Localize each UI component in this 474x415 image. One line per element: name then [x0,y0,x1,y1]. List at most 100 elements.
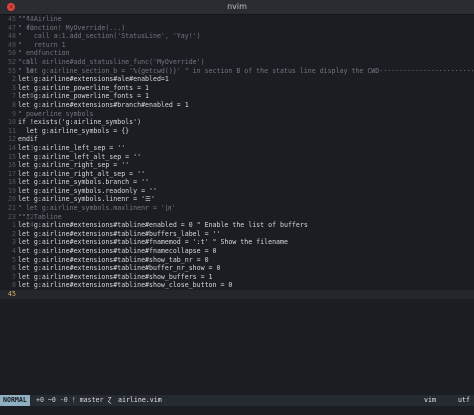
line-content: endif [18,135,38,144]
line-number: 18 [8,178,16,187]
editor-line[interactable]: 50 " endfunction [0,49,474,58]
line-number: 6 [12,264,16,273]
editor-line[interactable]: 2 let g:airline#extensions#tabline#buffer… [0,230,474,239]
line-content: let g:airline#extensions#tabline#show_bu… [18,272,213,281]
editor-line[interactable]: 12 endif [0,135,474,144]
line-content: " call a:1.add_section('StatusLine', 'Ya… [18,32,201,41]
line-number: 11 [8,126,16,135]
line-content: let g:airline_symbols.branch = '' [18,178,150,187]
editor-line[interactable]: 3 let g:airline_powerline_fonts = 1 [0,84,474,93]
editor-line[interactable]: 49 " return 1 [0,41,474,50]
editor-line[interactable]: 10 if !exists('g:airline_symbols') [0,118,474,127]
file-encoding: utf [458,396,470,404]
editor-line[interactable]: 3 let g:airline#extensions#tabline#fnamem… [0,238,474,247]
editor-line[interactable]: 7 let g:airline#extensions#tabline#show_b… [0,273,474,282]
title-bar: × nvim [0,0,474,15]
line-content: " return 1 [18,40,66,49]
line-number: 3 [12,83,16,92]
command-line[interactable] [0,406,474,415]
line-content: """ Tabline [18,212,62,221]
editor-line[interactable]: 45 """ Airline [0,15,474,24]
editor-line[interactable]: 8 let g:airline#extensions#branch#enabled… [0,101,474,110]
line-content: if !exists('g:airline_symbols') [18,118,142,127]
line-content: let g:airline_powerline_fonts = 1 [18,83,150,92]
editor-line[interactable]: 20 let g:airline_symbols.linenr = '☰' [0,195,474,204]
line-number: 48 [8,32,16,41]
line-number: 45 [8,290,16,298]
line-content: let g:airline_powerline_fonts = 1 [18,92,150,101]
editor-line[interactable]: 45 [0,290,474,299]
line-number: 52 [8,57,16,66]
line-content: " endfunction [18,49,70,58]
line-content: let g:airline#extensions#branch#enabled … [18,100,189,109]
line-number: 5 [12,255,16,264]
file-name: airline.vim [118,396,162,404]
editor-line[interactable]: 19 let g:airline_symbols.readonly = '' [0,187,474,196]
line-number: 9 [12,109,16,118]
line-content: let g:airline#extensions#tabline#show_cl… [18,281,233,290]
line-number: 20 [8,195,16,204]
editor-line[interactable]: 7 let g:airline_powerline_fonts = 1 [0,92,474,101]
line-number: 19 [8,186,16,195]
git-status-text: +0 ~0 -0 ᚠ master [36,396,104,404]
line-number: 8 [12,281,16,290]
line-number: 1 [12,221,16,230]
line-number: 3 [12,238,16,247]
line-content: let g:airline_right_alt_sep = '' [18,169,146,178]
editor-line[interactable]: 17 let g:airline_right_alt_sep = '' [0,170,474,179]
line-number: 14 [8,143,16,152]
line-content: let g:airline#extensions#tabline#show_ta… [18,255,209,264]
editor-line[interactable]: 23 """ Tabline [0,213,474,222]
line-number: 10 [8,118,16,127]
line-number: 4 [12,247,16,256]
line-number: 7 [12,92,16,101]
line-content: let g:airline_symbols.readonly = '' [18,186,157,195]
git-branch-status: +0 ~0 -0 ᚠ master Ɀ [36,395,111,406]
editor-line[interactable]: 21 " let g:airline_symbols.maxlinenr = '㏑… [0,204,474,213]
editor-line[interactable]: 11 let g:airline_symbols = {} [0,127,474,136]
window-title: nvim [227,2,247,11]
line-content: " let g:airline_symbols.maxlinenr = '㏑' [18,204,176,213]
editor-line[interactable]: 5 let g:airline#extensions#tabline#show_t… [0,256,474,265]
editor-line[interactable]: 48 " call a:1.add_section('StatusLine', '… [0,32,474,41]
editor-line[interactable]: 14 let g:airline_left_sep = '' [0,144,474,153]
line-number: 2 [12,229,16,238]
editor-line[interactable]: 8 let g:airline#extensions#tabline#show_c… [0,281,474,290]
line-content: let g:airline#extensions#tabline#fnameco… [18,247,217,256]
line-content: " function! MyOverride(...) [18,23,126,32]
line-number: 47 [8,23,16,32]
line-content: """ Airline [18,15,62,23]
editor-line[interactable]: 55 " let g:airline_section_b = '%{getcwd(… [0,67,474,76]
editor-line[interactable]: 2 let g:airline#extensions#ale#enabled=1 [0,75,474,84]
line-number: 23 [8,212,16,221]
editor-line[interactable]: 52 "call airline#add_statusline_func('MyO… [0,58,474,67]
editor-line[interactable]: 1 let g:airline#extensions#tabline#enable… [0,221,474,230]
modified-marker: Ɀ [107,396,112,404]
line-content: let g:airline_left_sep = '' [18,143,126,152]
editor-line[interactable]: 4 let g:airline#extensions#tabline#fnamec… [0,247,474,256]
line-content: let g:airline#extensions#tabline#buffer_… [18,264,221,273]
editor-buffer[interactable]: 43 44 45 """ Airline 46 47 " function! MyOverr… [0,15,474,395]
file-type: vim [424,396,436,404]
line-content: " let g:airline_section_b = '%{getcwd()}… [18,66,474,75]
line-number: 16 [8,161,16,170]
line-number: 7 [12,272,16,281]
editor-line[interactable]: 16 let g:airline_right_sep = '' [0,161,474,170]
editor-line[interactable]: 47 " function! MyOverride(...) [0,24,474,33]
line-content: let g:airline_symbols = {} [18,126,130,135]
line-number: 17 [8,169,16,178]
editor-line[interactable]: 15 let g:airline_left_alt_sep = '' [0,153,474,162]
mode-indicator: NORMAL [0,395,30,406]
line-content: let g:airline#extensions#tabline#buffers… [18,229,221,238]
line-content: let g:airline#extensions#tabline#enabled… [18,221,308,230]
line-number: 8 [12,100,16,109]
status-line: NORMAL +0 ~0 -0 ᚠ master Ɀ airline.vim v… [0,395,474,406]
line-content: let g:airline#extensions#ale#enabled=1 [18,75,169,84]
editor-line[interactable]: 18 let g:airline_symbols.branch = '' [0,178,474,187]
line-number: 15 [8,152,16,161]
editor-line[interactable]: 9 " powerline symbols [0,110,474,119]
line-content: let g:airline_right_sep = '' [18,161,130,170]
editor-line[interactable]: 6 let g:airline#extensions#tabline#buffer… [0,264,474,273]
line-content: let g:airline#extensions#tabline#fnamemo… [18,238,288,247]
line-number: 50 [8,49,16,58]
